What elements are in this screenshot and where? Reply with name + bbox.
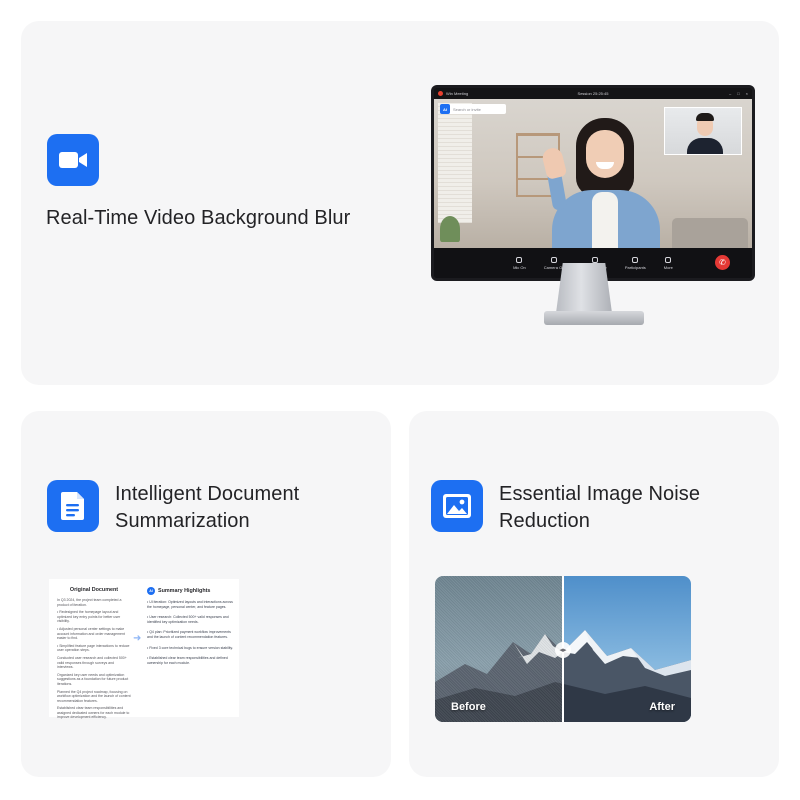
main-video-feed: AI Search or invite (434, 99, 752, 248)
slider-arrows-icon: ◂▸ (559, 647, 567, 654)
microphone-icon (516, 256, 523, 263)
maximize-icon[interactable]: □ (737, 91, 739, 96)
ai-badge: AI (440, 104, 450, 114)
after-label: After (649, 701, 675, 713)
waving-woman (540, 108, 666, 248)
comparison-slider-handle[interactable]: ◂▸ (555, 642, 571, 658)
noise-reduction-title: Essential Image Noise Reduction (499, 483, 701, 532)
summary-highlights: AI Summary Highlights • UI iteration: Op… (147, 587, 233, 665)
before-label: Before (451, 701, 486, 713)
noise-reduction-card: Essential Image Noise Reduction ◂▸ Befor… (409, 411, 779, 777)
minimize-icon[interactable]: – (729, 91, 731, 96)
app-name: Win Meeting (446, 91, 469, 96)
sofa (672, 218, 748, 248)
more-button[interactable]: More (664, 256, 673, 270)
mic-button[interactable]: Mic On (513, 256, 526, 270)
original-document-title: Original Document (69, 587, 119, 593)
participants-button[interactable]: Participants (625, 256, 646, 270)
video-camera-icon (47, 134, 99, 186)
close-icon[interactable]: × (746, 91, 748, 96)
document-preview: Original Document In Q3 2024, the projec… (49, 579, 239, 719)
end-call-button[interactable]: ✆ (715, 255, 730, 270)
screen-share-icon (591, 256, 598, 263)
window-blinds (438, 103, 472, 223)
monitor-mockup: Win Meeting Session 25:25:45 – □ × AI Se… (431, 85, 755, 281)
video-blur-title: Real-Time Video Background Blur (46, 207, 351, 229)
picture-in-picture-video[interactable] (664, 107, 742, 155)
ai-search-bar[interactable]: AI Search or invite (440, 104, 506, 114)
ai-badge: AI (147, 587, 155, 595)
document-icon (47, 480, 99, 532)
session-timer: Session 25:25:45 (577, 91, 609, 96)
monitor-base (544, 311, 644, 325)
doc-summary-card: Intelligent Document Summarization Origi… (21, 411, 391, 777)
plant (440, 216, 460, 242)
participants-icon (632, 256, 639, 263)
window-title-bar: Win Meeting Session 25:25:45 – □ × (434, 88, 752, 99)
summary-highlights-title: AI Summary Highlights (147, 587, 233, 595)
before-after-comparison: ◂▸ Before After (435, 576, 691, 722)
camera-icon (551, 256, 558, 263)
original-document: Original Document In Q3 2024, the projec… (57, 587, 131, 720)
arrow-right-icon: ➜ (133, 633, 142, 644)
phone-hangup-icon: ✆ (719, 258, 726, 267)
app-logo-icon (438, 91, 443, 96)
meeting-screen: Win Meeting Session 25:25:45 – □ × AI Se… (434, 88, 752, 278)
image-icon (431, 480, 483, 532)
doc-summary-title: Intelligent Document Summarization (115, 483, 300, 532)
search-placeholder: Search or invite (453, 106, 481, 112)
more-icon (665, 256, 672, 263)
monitor-stand (556, 263, 612, 313)
camera-button[interactable]: Camera On (544, 256, 564, 270)
